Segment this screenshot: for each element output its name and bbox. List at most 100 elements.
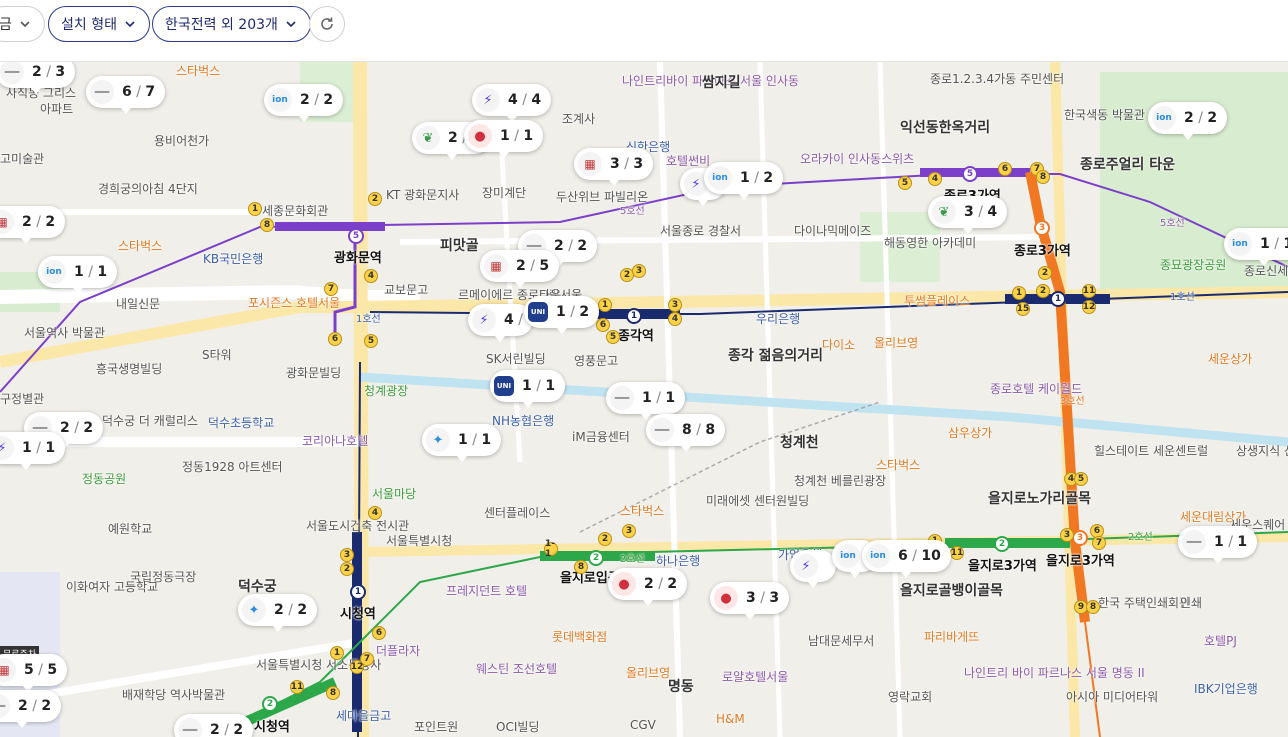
charger-pin[interactable]: ion1 / 1 <box>1224 228 1288 266</box>
station-marker-line1[interactable]: 1 <box>350 584 366 600</box>
plug-logo-icon: ⚡ <box>476 88 500 112</box>
station-marker-line1[interactable]: 1 <box>626 308 642 324</box>
exit-number: 8 <box>260 218 274 232</box>
map-label: 청계천 <box>780 435 819 451</box>
exit-number: 11 <box>290 680 304 694</box>
ev-logo-icon: ● <box>612 572 636 596</box>
map-label: 정동1928 아트센터 <box>182 460 283 474</box>
ion-logo-icon: ion <box>42 260 66 284</box>
install-type-filter[interactable]: 설치 형태 <box>48 6 150 42</box>
charger-pin[interactable]: ❦ 3 / 4 <box>928 196 1008 234</box>
exit-number: 7 <box>324 282 338 296</box>
checker-logo-icon: ▦ <box>0 210 14 234</box>
exit-number: 11 <box>950 546 964 560</box>
charger-pin[interactable]: ⚡ <box>790 550 836 588</box>
charger-pin[interactable]: ▦ 2 / 2 <box>0 206 66 244</box>
map-label: 조계사 <box>562 112 596 126</box>
map-label: 아시아 미디어타워 <box>1066 690 1159 704</box>
charger-pin[interactable]: ▦ 3 / 3 <box>574 148 654 186</box>
charger-pin[interactable]: ● 2 / 2 <box>608 568 688 606</box>
map-label: 포인트원 <box>414 720 459 734</box>
exit-number: 1-1 <box>544 539 558 559</box>
charger-pin[interactable]: ▦ 5 / 5 <box>0 654 68 692</box>
station-marker-line2[interactable]: 2 <box>588 550 604 566</box>
map-label: 쌈지길 <box>702 75 741 91</box>
exit-number: 6 <box>998 162 1012 176</box>
map-label: 오라카이 인사동스위츠 <box>800 152 915 166</box>
map-label: 고미술관 <box>0 152 45 166</box>
map-label: IBK기업은행 <box>1194 682 1258 696</box>
charger-pin[interactable]: ion 2 / 2 <box>264 84 344 122</box>
map-label: 상생지식 산업센터 <box>1236 444 1288 458</box>
operator-filter-label: 한국전력 외 203개 <box>165 17 278 33</box>
line-label: 1호선 <box>356 314 381 325</box>
station-marker-line2[interactable]: 2 <box>262 696 278 712</box>
operator-filter[interactable]: 한국전력 외 203개 <box>152 6 311 42</box>
charger-pin[interactable]: ━━ 8 / 8 <box>646 414 726 452</box>
charger-pin[interactable]: ion 1 / 2 <box>704 162 784 200</box>
map-label: NH농협은행 <box>492 414 555 428</box>
map-label: 포시즌스 호텔서울 <box>248 296 341 310</box>
ion-logo-icon: ion <box>708 166 732 190</box>
charger-pin[interactable]: ━━2 / 2 <box>0 690 62 728</box>
map-label: 세종문화회관 <box>262 204 329 218</box>
station-marker-line5[interactable]: 5 <box>348 228 364 244</box>
station-label: 을지로3가역 <box>1046 554 1115 569</box>
map-label: SK서린빌딩 <box>486 352 546 366</box>
station-marker-line1[interactable]: 1 <box>1050 291 1066 307</box>
station-marker-line2[interactable]: 2 <box>994 536 1010 552</box>
charger-pin[interactable]: ━━ 2 / 3 <box>0 62 76 94</box>
checker-logo-icon: ▦ <box>484 254 508 278</box>
map-label: 호텔PJ <box>1204 634 1237 648</box>
install-type-label: 설치 형태 <box>61 17 117 33</box>
charger-pin[interactable]: ━━ 1 / 1 <box>1178 526 1258 564</box>
charger-pin[interactable]: ● 1 / 1 <box>464 120 544 158</box>
map-label: OCI빌딩 <box>496 720 540 734</box>
charger-pin[interactable]: ▦ 2 / 5 <box>480 250 560 288</box>
leaf-logo-icon: ❦ <box>932 200 956 224</box>
charger-pin[interactable]: UNI 1 / 1 <box>490 370 566 408</box>
map-label: 흥국생명빌딩 <box>96 362 163 376</box>
leaf-logo-icon: ❦ <box>416 126 440 150</box>
map-label: 코리아나호텔 <box>302 434 369 448</box>
exit-number: 1 <box>1012 286 1026 300</box>
station-marker-line3[interactable]: 3 <box>1034 220 1050 236</box>
ion-logo-icon: ion <box>1228 232 1252 256</box>
exit-number: 8 <box>326 686 340 700</box>
map-label: 하나은행 <box>656 554 701 568</box>
station-marker-line5[interactable]: 5 <box>962 166 978 182</box>
charger-pin[interactable]: UNI 1 / 2 <box>524 296 600 334</box>
line-label: 3호선 <box>1060 396 1085 407</box>
refresh-button[interactable] <box>309 6 345 42</box>
line-label: 2호선 <box>620 554 645 565</box>
charger-pin[interactable]: ion1 / 1 <box>38 256 118 294</box>
map-label: 올리브영 <box>626 666 671 680</box>
exit-number: 6 <box>328 332 342 346</box>
filter-chip-partial[interactable]: 금 <box>0 6 45 42</box>
map-label: 스타벅스 <box>176 64 221 78</box>
chevron-down-icon <box>125 21 135 28</box>
map-label: 예원학교 <box>108 522 153 536</box>
charger-pin[interactable]: ━━ 6 / 7 <box>86 76 166 114</box>
map-label: 프레지던트 호텔 <box>446 584 528 598</box>
charger-pin[interactable]: ion 6 / 10 <box>862 540 951 578</box>
map-label: 청계광장 <box>364 384 409 398</box>
operator-logo-icon: ━━ <box>0 694 10 718</box>
map-label: 청계천 베를린광장 <box>794 474 887 488</box>
line-label: 2호선 <box>1128 532 1153 543</box>
charger-pin[interactable]: ⚡ 1 / 1 <box>0 432 66 470</box>
operator-logo-icon: ━━ <box>0 62 24 84</box>
station-marker-line3[interactable]: 3 <box>1072 530 1088 546</box>
charger-pin[interactable]: ✦ 1 / 1 <box>422 424 502 462</box>
charger-pin[interactable]: ● 3 / 3 <box>710 582 790 620</box>
charger-pin[interactable]: ion 2 / 2 <box>1148 102 1228 140</box>
charger-pin[interactable]: ━━ 1 / 1 <box>606 382 686 420</box>
map-canvas[interactable]: 스타벅스 사직동 그리스 아파트 용비어천가 고미술관 경희궁의아침 4단지 세… <box>0 62 1288 737</box>
map-label: 서울역사 박물관 <box>24 326 106 340</box>
map-label: 세운상가 <box>1208 352 1253 366</box>
charger-pin[interactable]: ⚡ 4 / 4 <box>472 84 552 122</box>
station-label: 시청역 <box>254 720 290 735</box>
charger-pin[interactable]: ✦ 2 / 2 <box>238 594 318 632</box>
charger-pin[interactable]: ━━2 / 2 <box>174 714 254 737</box>
map-label: 덕수궁 더 캐럴리스 <box>102 414 198 428</box>
